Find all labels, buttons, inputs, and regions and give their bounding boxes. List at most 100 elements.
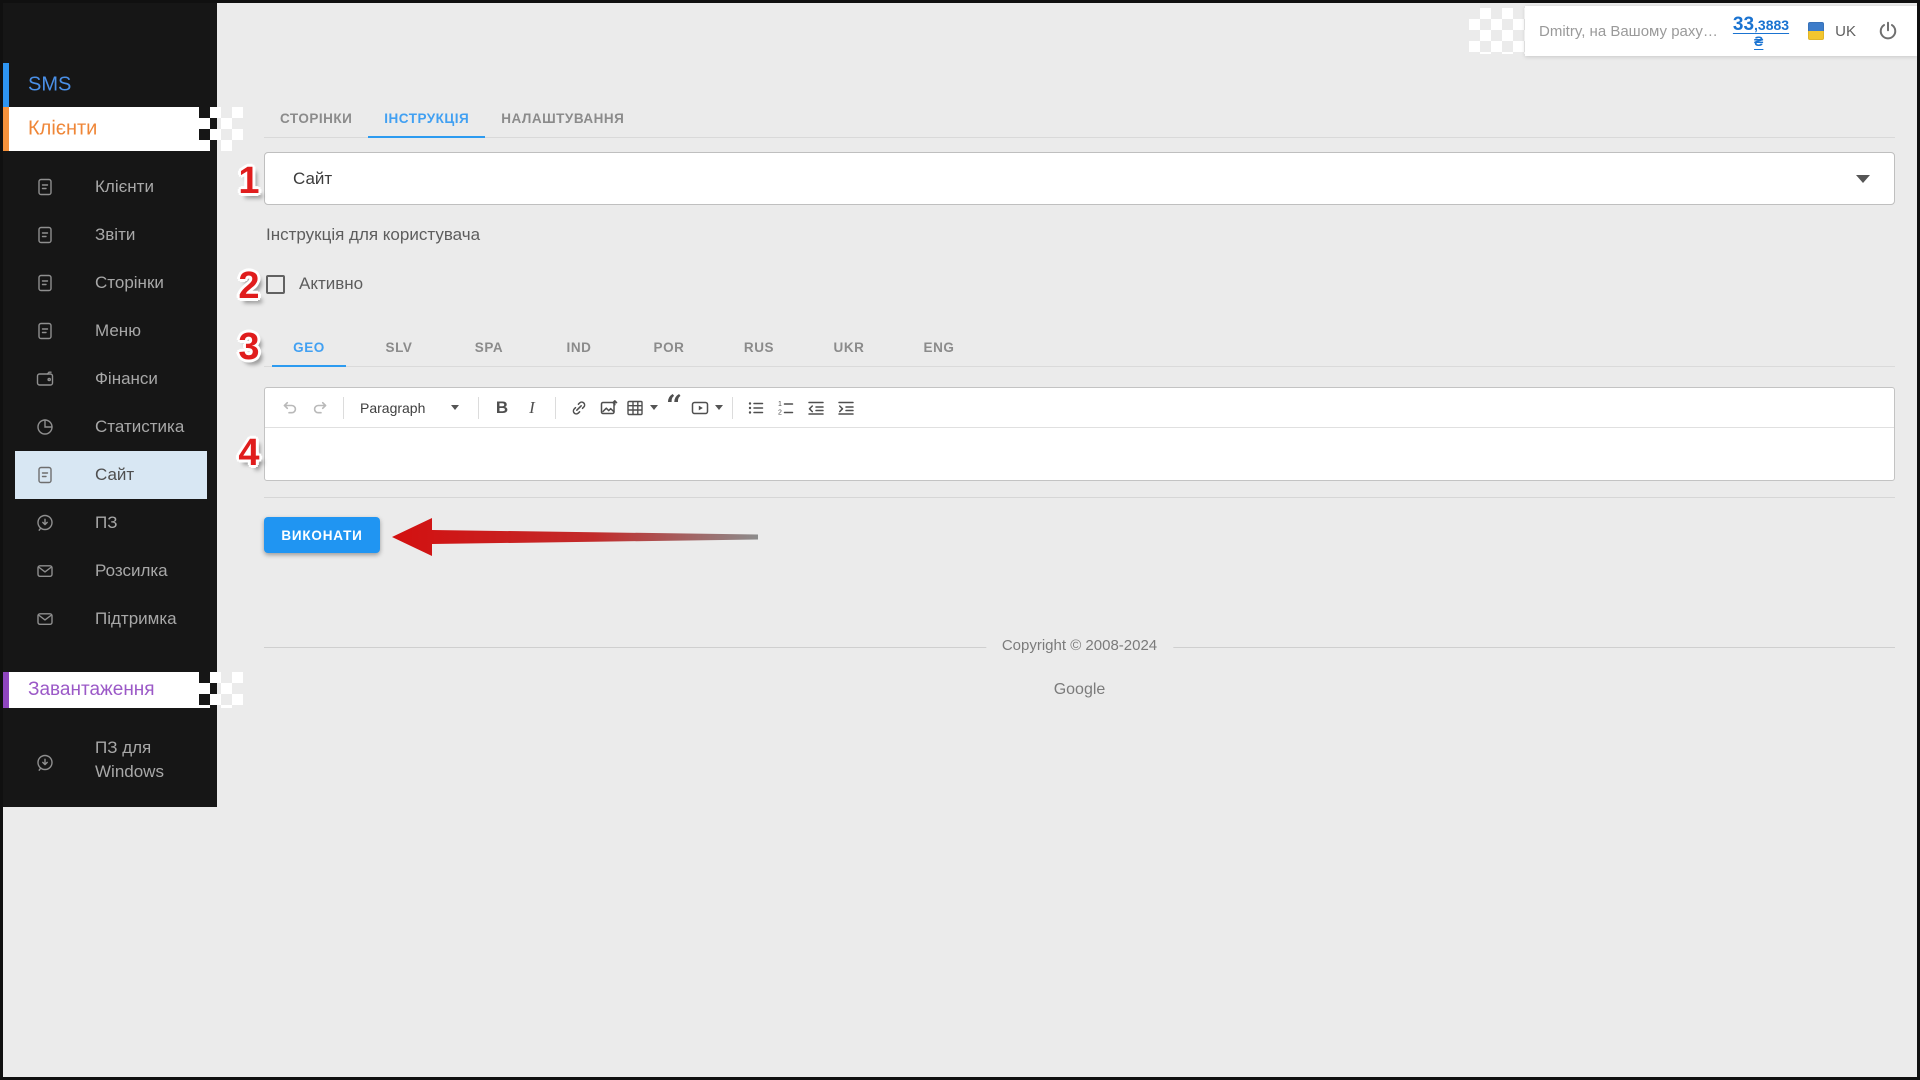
envelope-icon	[35, 561, 55, 581]
pixel-dissolve-decoration	[199, 107, 243, 151]
google-link[interactable]: Google	[264, 681, 1895, 699]
document-icon	[35, 465, 55, 485]
lang-tab-eng[interactable]: ENG	[894, 329, 984, 366]
insert-media-icon	[690, 398, 710, 418]
lang-tab-spa[interactable]: SPA	[444, 329, 534, 366]
blue-accent-bar	[3, 63, 9, 107]
instruction-label: Інструкція для користувача	[266, 225, 480, 245]
sidebar-item-windows-software[interactable]: ПЗ для Windows	[15, 736, 207, 784]
sidebar-item-label: Клієнти	[95, 177, 154, 197]
lang-tab-slv[interactable]: SLV	[354, 329, 444, 366]
sidebar-section-sms[interactable]: SMS	[3, 63, 241, 107]
toolbar-divider	[555, 397, 556, 419]
toolbar-divider	[343, 397, 344, 419]
active-checkbox-row[interactable]: Активно	[266, 274, 363, 294]
lang-tab-ind[interactable]: IND	[534, 329, 624, 366]
decrease-indent-button[interactable]	[802, 394, 830, 422]
insert-table-icon	[625, 398, 645, 418]
sidebar-section-downloads[interactable]: Завантаження	[3, 672, 241, 708]
redo-icon	[310, 398, 330, 418]
sidebar-item-site[interactable]: Сайт	[15, 451, 207, 499]
link-button[interactable]	[565, 394, 593, 422]
sidebar-item-label: ПЗ для Windows	[95, 736, 195, 784]
bold-button[interactable]: B	[488, 394, 516, 422]
sidebar-item-statistics[interactable]: Статистика	[15, 403, 207, 451]
sidebar-item-software[interactable]: ПЗ	[15, 499, 207, 547]
sidebar-item-pages[interactable]: Сторінки	[15, 259, 207, 307]
document-icon	[35, 321, 55, 341]
sidebar-item-label: ПЗ	[95, 513, 118, 533]
site-select-value: Сайт	[293, 169, 332, 189]
sidebar-section-label: Клієнти	[28, 118, 97, 141]
insert-media-button[interactable]	[690, 394, 723, 422]
sidebar-item-menu[interactable]: Меню	[15, 307, 207, 355]
tab-instruction[interactable]: ІНСТРУКЦІЯ	[368, 100, 485, 137]
sidebar-item-support[interactable]: Підтримка	[15, 595, 207, 643]
undo-button[interactable]	[276, 394, 304, 422]
block-quote-icon: “	[666, 401, 682, 415]
numbered-list-icon: 12	[776, 398, 796, 418]
document-icon	[35, 273, 55, 293]
download-icon	[35, 753, 55, 773]
sidebar-item-clients[interactable]: Клієнти	[15, 163, 207, 211]
annotation-number-2: 2	[227, 265, 271, 307]
sidebar: SMS Клієнти Клієнти Звіти	[3, 3, 217, 807]
insert-image-icon	[599, 398, 619, 418]
italic-button[interactable]: I	[518, 394, 546, 422]
editor-content-area[interactable]	[265, 428, 1894, 480]
copyright-text: Copyright © 2008-2024	[986, 637, 1173, 654]
sidebar-item-finance[interactable]: Фінанси	[15, 355, 207, 403]
sidebar-item-label: Звіти	[95, 225, 135, 245]
site-select[interactable]: Сайт	[264, 152, 1895, 205]
lang-tab-por[interactable]: POR	[624, 329, 714, 366]
rich-text-editor: Paragraph B I “	[264, 387, 1895, 481]
lang-tab-rus[interactable]: RUS	[714, 329, 804, 366]
annotation-number-1: 1	[227, 160, 271, 202]
redo-button[interactable]	[306, 394, 334, 422]
download-icon	[35, 513, 55, 533]
page: Dmitry, на Вашому раху… 33 ,3883 ₴ UK SM…	[0, 0, 1920, 1080]
toolbar-divider	[732, 397, 733, 419]
bulleted-list-button[interactable]	[742, 394, 770, 422]
tab-settings[interactable]: НАЛАШТУВАННЯ	[485, 100, 640, 137]
wallet-icon	[35, 369, 55, 389]
sidebar-item-label: Фінанси	[95, 369, 158, 389]
sidebar-item-label: Сайт	[95, 465, 134, 485]
chevron-down-icon	[451, 405, 459, 410]
sidebar-section-clients[interactable]: Клієнти	[3, 107, 241, 151]
numbered-list-button[interactable]: 12	[772, 394, 800, 422]
orange-accent-bar	[3, 107, 9, 151]
annotation-number-4: 4	[227, 432, 271, 474]
toolbar-divider	[478, 397, 479, 419]
section-divider	[264, 497, 1895, 498]
purple-accent-bar	[3, 672, 9, 708]
bulleted-list-icon	[746, 398, 766, 418]
active-checkbox-label: Активно	[299, 274, 363, 294]
insert-image-button[interactable]	[595, 394, 623, 422]
pixel-dissolve-decoration	[199, 672, 243, 708]
block-quote-button[interactable]: “	[660, 394, 688, 422]
chevron-down-icon	[715, 405, 723, 410]
paragraph-dropdown[interactable]: Paragraph	[352, 400, 470, 416]
execute-button[interactable]: ВИКОНАТИ	[264, 517, 380, 553]
tab-pages[interactable]: СТОРІНКИ	[264, 100, 368, 137]
pie-chart-icon	[35, 417, 55, 437]
lang-tab-ukr[interactable]: UKR	[804, 329, 894, 366]
increase-indent-button[interactable]	[832, 394, 860, 422]
annotation-number-3: 3	[227, 326, 271, 368]
chevron-down-icon	[1856, 175, 1870, 183]
sidebar-section-label: Завантаження	[28, 679, 155, 701]
sidebar-item-mailing[interactable]: Розсилка	[15, 547, 207, 595]
undo-icon	[280, 398, 300, 418]
sidebar-item-reports[interactable]: Звіти	[15, 211, 207, 259]
decrease-indent-icon	[806, 398, 826, 418]
sidebar-item-label: Сторінки	[95, 273, 164, 293]
lang-tab-geo[interactable]: GEO	[264, 329, 354, 366]
paragraph-dropdown-value: Paragraph	[360, 400, 425, 416]
sidebar-item-label: Розсилка	[95, 561, 168, 581]
editor-toolbar: Paragraph B I “	[265, 388, 1894, 428]
sidebar-section-label: SMS	[28, 74, 71, 97]
sidebar-item-label: Статистика	[95, 417, 184, 437]
sidebar-item-label: Підтримка	[95, 609, 177, 629]
insert-table-button[interactable]	[625, 394, 658, 422]
